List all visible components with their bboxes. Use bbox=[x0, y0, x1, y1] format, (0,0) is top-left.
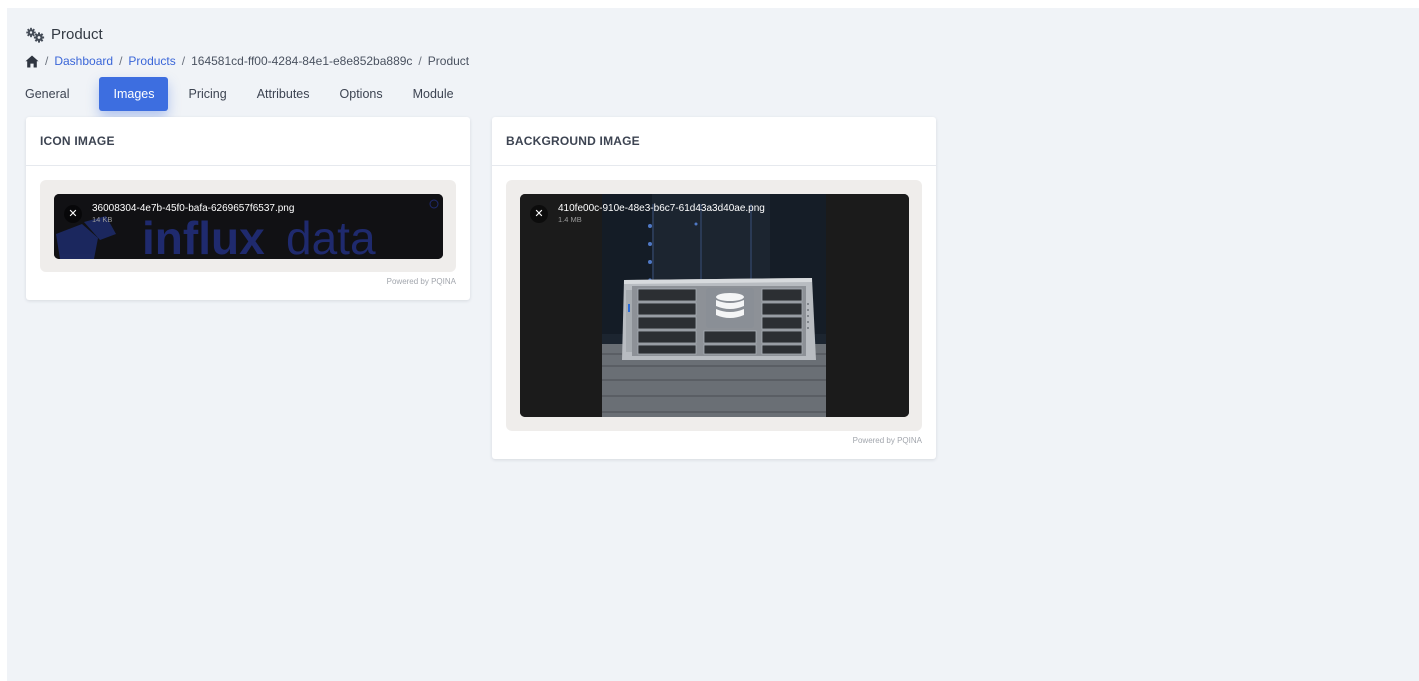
page-header: Product bbox=[25, 26, 103, 43]
breadcrumb: / Dashboard / Products / 164581cd-ff00-4… bbox=[25, 54, 469, 68]
home-icon[interactable] bbox=[25, 55, 39, 68]
tab-attributes[interactable]: Attributes bbox=[249, 77, 318, 111]
tab-options[interactable]: Options bbox=[332, 77, 391, 111]
icon-image-file-size: 14 KB bbox=[92, 215, 113, 224]
tab-general[interactable]: General bbox=[25, 77, 83, 111]
page-title: Product bbox=[51, 26, 103, 43]
icon-image-heading: ICON IMAGE bbox=[26, 117, 470, 166]
icon-image-dropzone[interactable]: influx data ✕ 36008304-4e7b-45f0-bafa-62… bbox=[40, 180, 456, 272]
breadcrumb-separator: / bbox=[418, 54, 422, 68]
background-image-file-name: 410fe00c-910e-48e3-b6c7-61d43a3d40ae.png bbox=[558, 203, 765, 214]
close-icon[interactable]: ✕ bbox=[530, 205, 548, 223]
tab-pricing[interactable]: Pricing bbox=[180, 77, 234, 111]
svg-text:data: data bbox=[286, 212, 376, 259]
icon-image-file-info: 36008304-4e7b-45f0-bafa-6269657f6537.png… bbox=[92, 203, 294, 225]
icon-image-credit[interactable]: Powered by PQINA bbox=[387, 277, 456, 286]
background-image-file-size: 1.4 MB bbox=[558, 215, 582, 224]
background-image-card: BACKGROUND IMAGE ✕ 410fe00c-910e-48e3-b6… bbox=[492, 117, 936, 459]
background-image-credit[interactable]: Powered by PQINA bbox=[853, 436, 922, 445]
cogs-icon bbox=[26, 27, 45, 43]
breadcrumb-products[interactable]: Products bbox=[128, 54, 175, 68]
breadcrumb-separator: / bbox=[119, 54, 123, 68]
background-image-preview bbox=[520, 194, 909, 417]
close-icon[interactable]: ✕ bbox=[64, 205, 82, 223]
breadcrumb-separator: / bbox=[181, 54, 186, 68]
icon-image-file-name: 36008304-4e7b-45f0-bafa-6269657f6537.png bbox=[92, 203, 295, 214]
breadcrumb-current: Product bbox=[427, 54, 470, 68]
background-image-file-info: 410fe00c-910e-48e3-b6c7-61d43a3d40ae.png… bbox=[558, 203, 765, 225]
page-background: Product / Dashboard / Products / 164581c… bbox=[7, 8, 1419, 681]
tab-images[interactable]: Images bbox=[99, 77, 169, 111]
tab-bar: General Images Pricing Attributes Option… bbox=[25, 77, 462, 111]
breadcrumb-product-id: 164581cd-ff00-4284-84e1-e8e852ba889c bbox=[191, 54, 413, 68]
background-image-heading: BACKGROUND IMAGE bbox=[492, 117, 936, 166]
icon-image-file-item: influx data ✕ 36008304-4e7b-45f0-bafa-62… bbox=[54, 194, 443, 259]
icon-image-card: ICON IMAGE influx data ✕ 36008304-4e7b-4… bbox=[26, 117, 470, 300]
tab-module[interactable]: Module bbox=[405, 77, 462, 111]
background-image-dropzone[interactable]: ✕ 410fe00c-910e-48e3-b6c7-61d43a3d40ae.p… bbox=[506, 180, 922, 431]
breadcrumb-dashboard[interactable]: Dashboard bbox=[54, 54, 113, 68]
breadcrumb-separator: / bbox=[45, 54, 49, 68]
background-image-file-item: ✕ 410fe00c-910e-48e3-b6c7-61d43a3d40ae.p… bbox=[520, 194, 909, 417]
